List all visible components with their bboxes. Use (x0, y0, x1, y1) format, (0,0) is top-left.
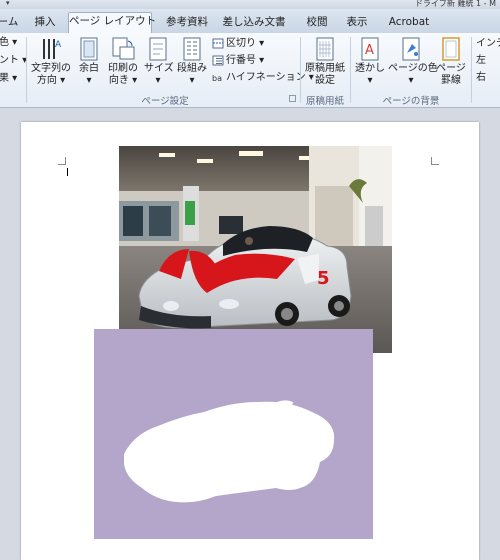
theme-fonts-button[interactable]: ント ▾ (0, 54, 27, 67)
tab-mailings[interactable]: 差し込み文書 (220, 14, 288, 33)
size-arrow: ▾ (155, 75, 161, 86)
columns-label: 段組み (177, 63, 207, 74)
page-borders-label-1: ページ (436, 63, 466, 74)
line-numbers-button[interactable]: 行番号 ▾ (212, 54, 264, 67)
hyphenation-icon: ba (212, 74, 222, 83)
watermark-button[interactable]: A 透かし ▾ (354, 37, 386, 87)
page-setup-dialog-launcher-icon[interactable] (289, 95, 296, 102)
orientation-label-2: 向き ▾ (108, 75, 138, 86)
watermark-arrow: ▾ (367, 75, 373, 86)
group-separator (471, 37, 472, 103)
tab-acrobat[interactable]: Acrobat (382, 14, 436, 33)
page-color-arrow: ▾ (408, 75, 414, 86)
size-label: サイズ (144, 63, 174, 74)
svg-text:A: A (55, 40, 62, 50)
page-background-group-label: ページの背景 (382, 96, 440, 107)
window-title: ドライブ新 難統 1 - M (414, 0, 496, 8)
text-direction-button[interactable]: A 文字列の 方向 ▾ (30, 37, 72, 87)
title-bar: ▾ ドライブ新 難統 1 - M (0, 0, 500, 9)
text-direction-label-1: 文字列の (31, 63, 71, 74)
breaks-label: 区切り ▾ (226, 38, 265, 49)
manuscript-group-label: 原稿用紙 (305, 96, 344, 107)
watermark-icon: A (361, 37, 379, 61)
tab-home[interactable]: ーム (0, 14, 20, 33)
page-size-icon (149, 37, 167, 61)
crop-mark-top-left (58, 157, 66, 165)
page-borders-icon (442, 37, 460, 61)
car-photo[interactable]: 5 (119, 146, 392, 353)
breaks-icon (212, 38, 224, 48)
page-setup-group-label: ページ設定 (141, 96, 189, 107)
svg-text:ba: ba (212, 74, 222, 83)
page-borders-label-2: 罫線 (441, 75, 461, 86)
text-direction-label-2: 方向 ▾ (36, 75, 66, 86)
manuscript-settings-button[interactable]: 原稿用紙 設定 (303, 37, 347, 87)
hyphenation-button[interactable]: ba ハイフネーション ▾ (212, 71, 314, 84)
columns-button[interactable]: 段組み ▾ (176, 37, 208, 87)
indent-left-field[interactable]: 左 (476, 54, 486, 67)
indent-label: インデ (476, 38, 500, 49)
group-separator (350, 37, 351, 103)
svg-text:5: 5 (317, 268, 330, 289)
columns-arrow: ▾ (189, 75, 195, 86)
tab-review[interactable]: 校閲 (300, 14, 334, 33)
ribbon: 色 ▾ ント ▾ 果 ▾ A 文字列の 方向 ▾ 余白 ▾ 印刷の 向き ▾ サ… (0, 33, 500, 108)
columns-icon (183, 37, 201, 61)
group-separator (26, 37, 27, 103)
breaks-button[interactable]: 区切り ▾ (212, 37, 264, 50)
text-direction-icon: A (43, 39, 62, 59)
tab-references[interactable]: 参考資料 (158, 14, 216, 33)
size-button[interactable]: サイズ ▾ (144, 37, 174, 87)
manuscript-label-1: 原稿用紙 (305, 63, 345, 74)
margins-button[interactable]: 余白 ▾ (76, 37, 102, 87)
orientation-icon (112, 37, 135, 60)
line-numbers-icon (212, 55, 224, 65)
watermark-label: 透かし (355, 63, 385, 74)
manuscript-label-2: 設定 (315, 75, 335, 86)
crop-mark-top-right (431, 157, 439, 165)
orientation-button[interactable]: 印刷の 向き ▾ (106, 37, 140, 87)
theme-colors-button[interactable]: 色 ▾ (0, 36, 17, 49)
ribbon-tabs: ーム 挿入 ページ レイアウト 参考資料 差し込み文書 校閲 表示 Acroba… (0, 9, 500, 34)
indent-right-field[interactable]: 右 (476, 71, 486, 84)
orientation-label-1: 印刷の (108, 63, 138, 74)
page-color-icon (402, 37, 420, 61)
margins-label: 余白 (79, 63, 99, 74)
margins-arrow: ▾ (86, 75, 92, 86)
page-color-button[interactable]: ページの色 ▾ (388, 37, 438, 87)
line-numbers-label: 行番号 ▾ (226, 55, 265, 66)
page-borders-button[interactable]: ページ 罫線 (436, 37, 466, 87)
group-separator (300, 37, 301, 103)
margins-icon (80, 37, 98, 61)
tab-view[interactable]: 表示 (340, 14, 374, 33)
page-color-label: ページの色 (388, 63, 438, 74)
text-cursor (67, 168, 68, 176)
tab-page-layout[interactable]: ページ レイアウト (68, 12, 156, 34)
quick-access-dropdown-icon[interactable]: ▾ (6, 0, 10, 7)
tab-insert[interactable]: 挿入 (28, 14, 62, 33)
manuscript-paper-icon (316, 37, 334, 61)
lilac-shape[interactable] (94, 329, 373, 539)
svg-text:A: A (365, 43, 374, 58)
theme-effects-button[interactable]: 果 ▾ (0, 72, 17, 85)
